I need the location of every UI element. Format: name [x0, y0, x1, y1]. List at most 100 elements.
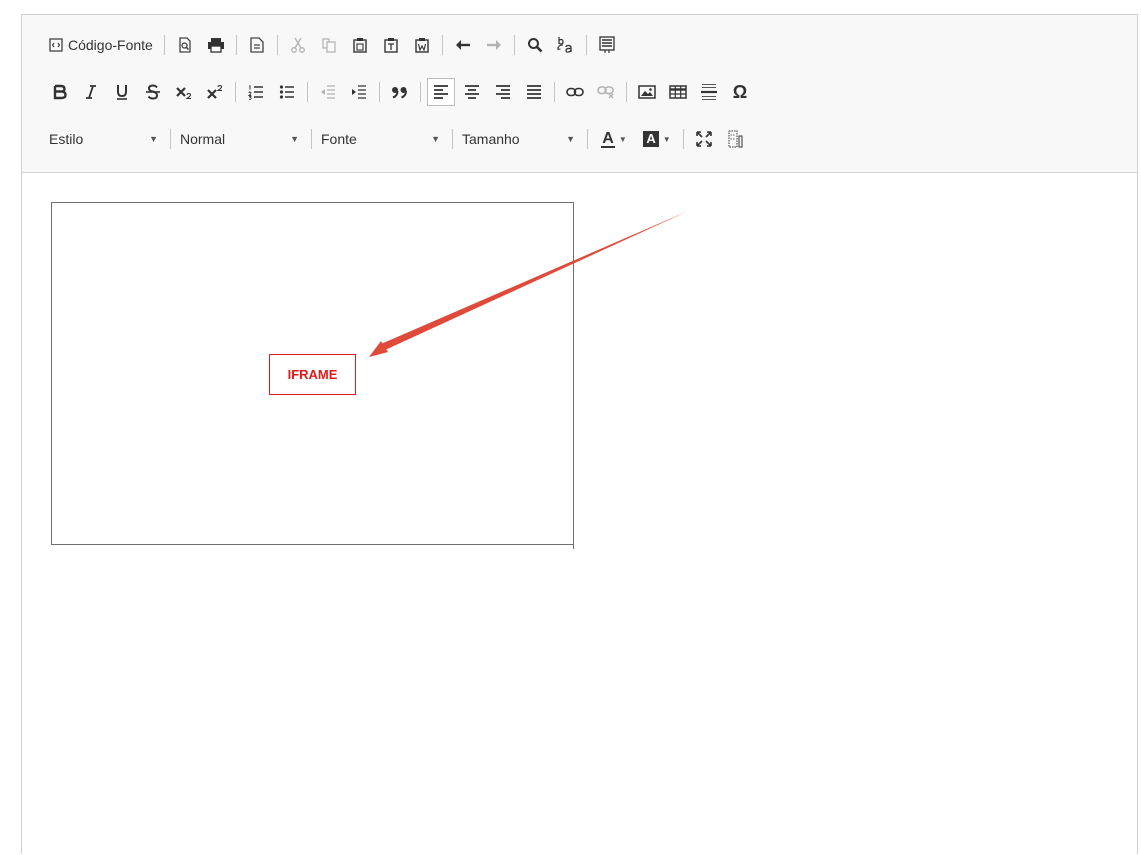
- strikethrough-button[interactable]: [139, 78, 167, 106]
- toolbar-separator: [683, 129, 684, 149]
- undo-icon: [455, 40, 470, 50]
- numbered-list-button[interactable]: [242, 78, 270, 106]
- paste-button[interactable]: [346, 31, 374, 59]
- select-all-icon: [599, 36, 615, 53]
- chevron-down-icon: ▼: [431, 134, 440, 144]
- font-dropdown[interactable]: Fonte ▼: [318, 125, 446, 153]
- clipboard-icon: [353, 38, 367, 53]
- show-blocks-icon: [728, 130, 743, 148]
- copy-icon: [322, 38, 336, 53]
- image-button[interactable]: [633, 78, 661, 106]
- link-button[interactable]: [561, 78, 589, 106]
- align-center-icon: [465, 85, 479, 99]
- show-blocks-button[interactable]: [721, 125, 749, 153]
- source-code-label: Código-Fonte: [68, 37, 153, 53]
- horizontal-rule-button[interactable]: [695, 78, 723, 106]
- underline-button[interactable]: [108, 78, 136, 106]
- format-dropdown[interactable]: Normal ▼: [177, 125, 305, 153]
- toolbar-separator: [452, 129, 453, 149]
- maximize-button[interactable]: [690, 125, 718, 153]
- paste-text-icon: [384, 38, 398, 53]
- horizontal-rule-icon: [701, 84, 717, 100]
- text-color-button[interactable]: A ▼: [594, 125, 634, 153]
- unlink-icon: [597, 86, 614, 99]
- decrease-indent-button[interactable]: [314, 78, 342, 106]
- indent-icon: [352, 85, 366, 99]
- chevron-down-icon: ▼: [662, 134, 671, 144]
- underline-icon: [117, 84, 127, 100]
- superscript-button[interactable]: [201, 78, 229, 106]
- preview-button[interactable]: [171, 31, 199, 59]
- paste-word-icon: [415, 38, 429, 53]
- editor-toolbar: Código-Fonte Ω Estilo ▼ Normal ▼ Fonte ▼…: [22, 15, 1137, 173]
- redo-icon: [486, 40, 501, 50]
- link-icon: [566, 87, 584, 97]
- omega-icon: Ω: [732, 82, 748, 102]
- print-icon: [207, 38, 224, 53]
- toolbar-separator: [626, 82, 627, 102]
- source-code-icon: [49, 38, 63, 52]
- bulleted-list-button[interactable]: [273, 78, 301, 106]
- table-icon: [669, 85, 687, 99]
- find-button[interactable]: [521, 31, 549, 59]
- align-right-button[interactable]: [489, 78, 517, 106]
- quote-icon: [392, 87, 407, 99]
- chevron-down-icon: ▼: [618, 134, 627, 144]
- copy-button[interactable]: [315, 31, 343, 59]
- table-button[interactable]: [664, 78, 692, 106]
- print-button[interactable]: [202, 31, 230, 59]
- toolbar-separator: [585, 35, 587, 55]
- undo-button[interactable]: [449, 31, 477, 59]
- toolbar-separator: [513, 35, 515, 55]
- chevron-down-icon: ▼: [149, 134, 158, 144]
- align-right-icon: [496, 85, 510, 99]
- toolbar-row-3: Estilo ▼ Normal ▼ Fonte ▼ Tamanho ▼ A ▼: [46, 124, 752, 154]
- templates-button[interactable]: [243, 31, 271, 59]
- toolbar-separator: [170, 129, 171, 149]
- select-all-button[interactable]: [593, 31, 621, 59]
- maximize-icon: [696, 131, 712, 147]
- align-justify-icon: [527, 85, 541, 99]
- style-dropdown-label: Estilo: [49, 131, 84, 147]
- format-dropdown-label: Normal: [180, 131, 226, 147]
- iframe-placeholder-label: IFRAME: [269, 354, 356, 395]
- background-color-button[interactable]: A ▼: [637, 125, 677, 153]
- subscript-button[interactable]: [170, 78, 198, 106]
- align-left-button[interactable]: [427, 78, 455, 106]
- increase-indent-button[interactable]: [345, 78, 373, 106]
- redo-button[interactable]: [480, 31, 508, 59]
- superscript-icon: [207, 84, 223, 99]
- italic-button[interactable]: [77, 78, 105, 106]
- paste-text-button[interactable]: [377, 31, 405, 59]
- align-left-icon: [434, 85, 448, 99]
- cut-button[interactable]: [284, 31, 312, 59]
- toolbar-separator: [163, 35, 165, 55]
- toolbar-separator: [420, 82, 421, 102]
- special-character-button[interactable]: Ω: [726, 78, 754, 106]
- paste-word-button[interactable]: [408, 31, 436, 59]
- toolbar-separator: [554, 82, 555, 102]
- toolbar-separator: [441, 35, 443, 55]
- size-dropdown-label: Tamanho: [462, 131, 520, 147]
- replace-button[interactable]: [552, 31, 580, 59]
- toolbar-separator: [587, 129, 588, 149]
- image-icon: [638, 85, 656, 99]
- templates-icon: [250, 37, 264, 53]
- align-center-button[interactable]: [458, 78, 486, 106]
- outdent-icon: [321, 85, 335, 99]
- unlink-button[interactable]: [592, 78, 620, 106]
- toolbar-separator: [235, 82, 236, 102]
- bold-button[interactable]: [46, 78, 74, 106]
- replace-icon: [557, 37, 572, 53]
- chevron-down-icon: ▼: [566, 134, 575, 144]
- style-dropdown[interactable]: Estilo ▼: [46, 125, 164, 153]
- toolbar-separator: [307, 82, 308, 102]
- toolbar-row-2: Ω: [46, 77, 757, 107]
- align-justify-button[interactable]: [520, 78, 548, 106]
- blockquote-button[interactable]: [386, 78, 414, 106]
- source-code-button[interactable]: Código-Fonte: [46, 31, 158, 59]
- bulleted-list-icon: [279, 85, 294, 99]
- size-dropdown[interactable]: Tamanho ▼: [459, 125, 581, 153]
- toolbar-separator: [276, 35, 278, 55]
- italic-icon: [86, 85, 96, 99]
